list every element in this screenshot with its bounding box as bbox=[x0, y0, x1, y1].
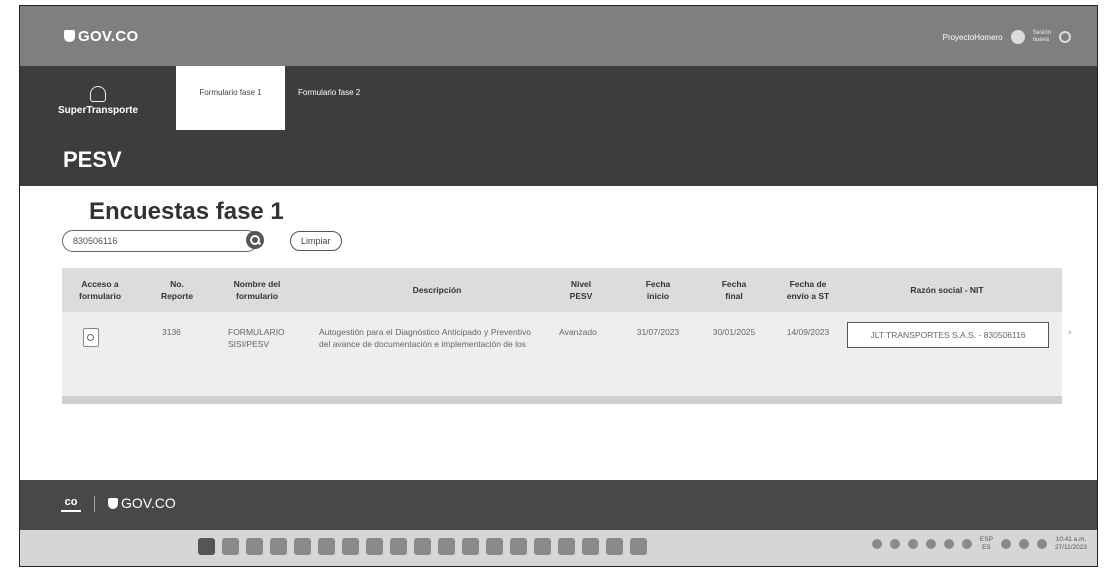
language-indicator[interactable]: ESP ES bbox=[980, 536, 993, 552]
system-tray: ESP ES 10:41 a.m. 27/11/2023 bbox=[871, 536, 1087, 552]
clock-time: 10:41 a.m. bbox=[1055, 536, 1087, 543]
app-icon[interactable] bbox=[486, 538, 503, 555]
search-icon[interactable] bbox=[246, 231, 264, 249]
cell-fecha-envio: 14/09/2023 bbox=[786, 327, 830, 337]
row-more-indicator: › bbox=[1068, 328, 1072, 338]
gov-topbar: GOV.CO ProyectoHomero Sesión nueva bbox=[20, 6, 1097, 66]
start-icon[interactable] bbox=[198, 538, 215, 555]
app-icon[interactable] bbox=[414, 538, 431, 555]
shield-icon bbox=[108, 498, 118, 509]
app-title: PESV bbox=[63, 147, 122, 172]
table-header: Acceso a formulario No. Reporte Nombre d… bbox=[62, 268, 1062, 312]
cell-fecha-inicio: 31/07/2023 bbox=[636, 327, 680, 337]
task-view-icon[interactable] bbox=[246, 538, 263, 555]
footer: co GOV.CO bbox=[20, 480, 1097, 530]
emblem-icon bbox=[90, 86, 106, 102]
edge-icon[interactable] bbox=[318, 538, 335, 555]
view-form-icon[interactable] bbox=[83, 328, 99, 347]
tray-app-icon[interactable] bbox=[925, 539, 936, 549]
col-fecha-inicio: Fecha inicio bbox=[645, 279, 671, 301]
search-icon[interactable] bbox=[222, 538, 239, 555]
pdf-icon[interactable] bbox=[606, 538, 623, 555]
app-icon[interactable] bbox=[510, 538, 527, 555]
app-icon[interactable] bbox=[558, 538, 575, 555]
col-descripcion: Descripción bbox=[412, 285, 462, 295]
footer-gov-co-text: GOV.CO bbox=[121, 495, 176, 511]
cell-nivel: Avanzado bbox=[559, 327, 597, 337]
app-icon[interactable] bbox=[582, 538, 599, 555]
horizontal-scrollbar[interactable] bbox=[62, 396, 1062, 404]
cell-descripcion: Autogestión para el Diagnóstico Anticipa… bbox=[319, 327, 531, 349]
battery-icon[interactable] bbox=[1036, 539, 1047, 549]
cell-reporte: 3136 bbox=[162, 327, 181, 337]
cell-nombre: FORMULARIO SISI/PESV bbox=[228, 327, 285, 349]
col-fecha-final: Fecha final bbox=[721, 279, 747, 301]
col-nivel: Nivel PESV bbox=[569, 279, 593, 301]
folder-icon[interactable] bbox=[462, 538, 479, 555]
app-window: GOV.CO ProyectoHomero Sesión nueva Super… bbox=[19, 5, 1098, 567]
nav-band: SuperTransporte Formulario fase 1 Formul… bbox=[20, 66, 1097, 186]
tab-formulario-fase-1[interactable]: Formulario fase 1 bbox=[176, 66, 285, 130]
col-fecha-envio: Fecha de envío a ST bbox=[786, 279, 830, 301]
footer-gov-co-logo[interactable]: GOV.CO bbox=[108, 495, 176, 511]
app-icon[interactable] bbox=[534, 538, 551, 555]
col-nombre: Nombre del formulario bbox=[233, 279, 281, 301]
co-logo[interactable]: co bbox=[61, 496, 81, 512]
tray-app-icon[interactable] bbox=[943, 539, 954, 549]
chrome-icon[interactable] bbox=[342, 538, 359, 555]
tray-app-icon[interactable] bbox=[961, 539, 972, 549]
app-icon[interactable] bbox=[270, 538, 287, 555]
chevron-up-icon[interactable] bbox=[871, 539, 882, 549]
avatar[interactable] bbox=[1010, 30, 1025, 44]
gov-co-logo-text: GOV.CO bbox=[78, 28, 139, 45]
user-area: ProyectoHomero Sesión nueva bbox=[943, 30, 1071, 44]
taskbar-apps bbox=[198, 538, 647, 555]
col-razon-social: Razón social - NIT bbox=[910, 285, 984, 295]
volume-icon[interactable] bbox=[1018, 539, 1029, 549]
app-icon[interactable] bbox=[438, 538, 455, 555]
search-input[interactable] bbox=[62, 230, 258, 252]
search-bar bbox=[62, 229, 264, 252]
tab-formulario-fase-2[interactable]: Formulario fase 2 bbox=[298, 88, 360, 97]
logout-icon[interactable] bbox=[1059, 31, 1071, 43]
os-taskbar: ESP ES 10:41 a.m. 27/11/2023 bbox=[20, 530, 1097, 566]
brand-name: SuperTransporte bbox=[58, 105, 139, 116]
user-name[interactable]: ProyectoHomero bbox=[943, 33, 1003, 42]
wifi-icon[interactable] bbox=[1000, 539, 1011, 549]
app-icon[interactable] bbox=[390, 538, 407, 555]
cell-fecha-final: 30/01/2025 bbox=[712, 327, 756, 337]
footer-divider bbox=[94, 496, 95, 512]
clock[interactable]: 10:41 a.m. 27/11/2023 bbox=[1055, 536, 1087, 552]
clear-button[interactable]: Limpiar bbox=[290, 231, 342, 251]
app-icon[interactable] bbox=[366, 538, 383, 555]
supertransporte-logo[interactable]: SuperTransporte bbox=[58, 86, 138, 116]
page-title: Encuestas fase 1 bbox=[89, 198, 284, 225]
clock-date: 27/11/2023 bbox=[1054, 544, 1087, 551]
app-icon[interactable] bbox=[630, 538, 647, 555]
col-reporte: No. Reporte bbox=[160, 279, 194, 301]
tray-app-icon[interactable] bbox=[889, 539, 900, 549]
col-acceso: Acceso a formulario bbox=[78, 279, 122, 301]
cell-razon-social: JLT TRANSPORTES S.A.S. - 830506116 bbox=[847, 322, 1049, 348]
app-icon[interactable] bbox=[294, 538, 311, 555]
tray-app-icon[interactable] bbox=[907, 539, 918, 549]
session-text: Sesión nueva bbox=[1032, 30, 1051, 43]
gov-co-logo[interactable]: GOV.CO bbox=[64, 28, 138, 45]
reports-table: Acceso a formulario No. Reporte Nombre d… bbox=[62, 268, 1072, 404]
shield-icon bbox=[64, 30, 75, 42]
